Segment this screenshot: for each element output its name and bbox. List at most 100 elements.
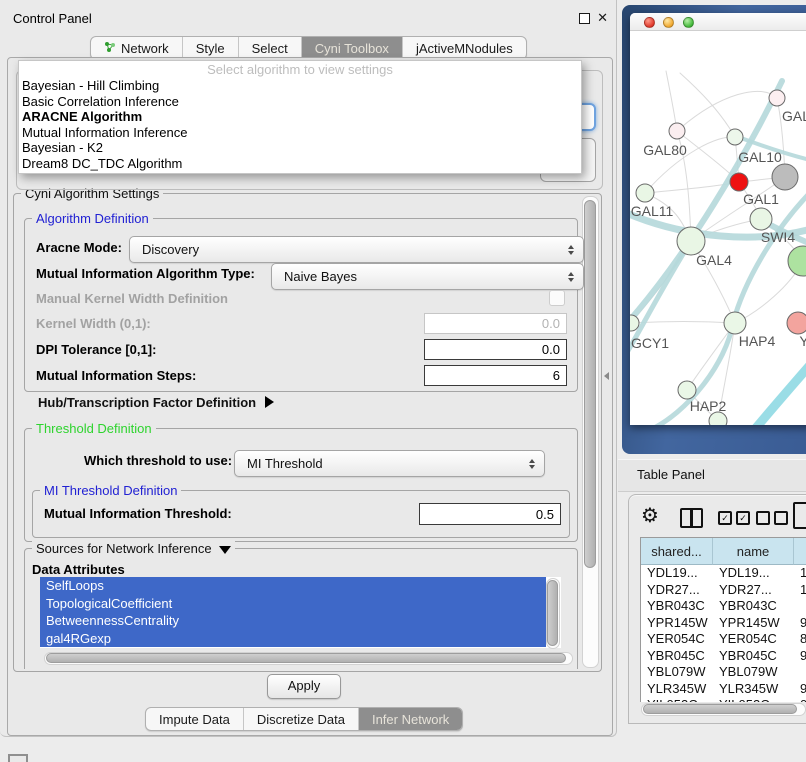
table-row[interactable]: YER054CYER054C8. [641,631,806,648]
network-node[interactable] [730,173,748,191]
network-node[interactable] [769,90,785,106]
network-node[interactable] [727,129,743,145]
attribute-item-betweennesscentrality[interactable]: BetweennessCentrality [40,612,546,630]
table-row[interactable]: YDL19...YDL19...13 [641,565,806,582]
network-node[interactable] [750,208,772,230]
aracne-mode-combobox[interactable]: Discovery [129,236,584,263]
mi-steps-field[interactable] [424,365,567,386]
close-icon[interactable]: ✕ [597,10,608,26]
table-cell: YIL052C [641,697,713,702]
table-cell: YDL19... [641,565,713,582]
algorithm-option-bayesian-hill-climbing[interactable]: Bayesian - Hill Climbing [19,78,581,94]
network-node[interactable] [788,246,806,276]
settings-scrollbar[interactable] [582,196,599,668]
tab-network[interactable]: Network [91,37,182,59]
hub-definition-expander[interactable]: Hub/Transcription Factor Definition [38,395,274,410]
table-row[interactable]: YLR345WYLR345W9. [641,681,806,698]
bottom-tab-impute-data[interactable]: Impute Data [146,708,243,730]
settings-gear-icon[interactable]: ⚙ [641,503,659,527]
data-attributes-label: Data Attributes [32,562,125,577]
deselect-all-icon[interactable] [756,511,788,525]
column-header-name[interactable]: name [713,538,794,565]
bottom-tab-infer-network[interactable]: Infer Network [358,708,462,730]
network-canvas[interactable]: GAL80GAL10GALGAL1GAL11SWI4GAL4GCY1HAP4YH… [630,31,806,425]
table-row[interactable]: YDR27...YDR27...12 [641,582,806,599]
panel-divider-handle[interactable] [604,372,609,380]
bottom-left-panel-button[interactable] [8,754,28,762]
algorithm-option-aracne-algorithm[interactable]: ARACNE Algorithm [19,109,581,125]
table-cell: YER054C [713,631,794,648]
attributes-hscrollbar[interactable] [44,652,573,665]
table-row[interactable]: YBR045CYBR045C9. [641,648,806,665]
table-row[interactable]: YBR043CYBR043C [641,598,806,615]
tab-select-label: Select [252,41,288,56]
column-layout-icon[interactable] [680,508,703,528]
column-header-shared[interactable]: shared... [641,538,713,565]
stepper-arrows-icon [529,459,535,469]
tab-jactivemnodules[interactable]: jActiveMNodules [402,37,526,59]
export-table-icon[interactable] [793,502,806,529]
column-header-a[interactable]: A... [794,538,806,565]
zoom-button[interactable] [683,17,694,28]
minimize-button[interactable] [663,17,674,28]
table-hscrollbar-thumb[interactable] [643,704,797,714]
algorithm-option-basic-correlation-inference[interactable]: Basic Correlation Inference [19,94,581,110]
dpi-tolerance-field[interactable] [424,339,567,360]
network-node[interactable] [677,227,705,255]
bottom-tab-infer-network-label: Infer Network [372,712,449,727]
attribute-item-gal4rgexp[interactable]: gal4RGexp [40,630,546,648]
bottom-tab-discretize-data[interactable]: Discretize Data [243,708,358,730]
float-window-icon[interactable] [579,13,590,24]
algorithm-option-bayesian-k2[interactable]: Bayesian - K2 [19,140,581,156]
table-hscrollbar[interactable] [641,703,806,716]
which-threshold-combobox[interactable]: MI Threshold [234,450,545,477]
tab-select[interactable]: Select [238,37,301,59]
table-cell: YPR145W [641,615,713,632]
threshold-definition-title: Threshold Definition [32,421,156,436]
collapse-down-icon[interactable] [219,546,231,554]
algorithm-option-dream8-dc-tdc-algorithm[interactable]: Dream8 DC_TDC Algorithm [19,156,581,172]
attribute-item-selfloops[interactable]: SelfLoops [40,577,546,595]
network-node-label: HAP4 [739,333,776,349]
attributes-hscrollbar-thumb[interactable] [46,653,566,663]
aracne-mode-label: Aracne Mode: [36,240,122,255]
network-node[interactable] [636,184,654,202]
algorithm-option-mutual-information-inference[interactable]: Mutual Information Inference [19,125,581,141]
table-header-row: shared...nameA... [641,538,806,565]
network-edge-highlighted [750,349,806,425]
table-cell: 9. [794,648,806,665]
attributes-list-scrollbar[interactable] [546,578,560,649]
network-node[interactable] [772,164,798,190]
table-cell: YBR045C [641,648,713,665]
mi-type-combobox[interactable]: Naive Bayes [271,263,584,290]
table-cell: YBL079W [641,664,713,681]
network-node[interactable] [787,312,806,334]
select-all-icon[interactable]: ✓✓ [718,511,750,525]
tab-cyni-toolbox[interactable]: Cyni Toolbox [301,37,402,59]
network-node[interactable] [669,123,685,139]
network-node[interactable] [724,312,746,334]
table-row[interactable]: YPR145WYPR145W9. [641,615,806,632]
attribute-item-topologicalcoefficient[interactable]: TopologicalCoefficient [40,595,546,613]
close-button[interactable] [644,17,655,28]
kernel-width-field[interactable] [424,313,567,334]
attributes-scrollbar-thumb[interactable] [547,580,558,646]
settings-scrollbar-thumb[interactable] [584,200,596,568]
apply-button[interactable]: Apply [267,674,341,699]
network-node-label: GAL1 [743,191,779,207]
which-threshold-label: Which threshold to use: [84,453,232,468]
mi-threshold-field[interactable] [419,503,561,525]
network-node-label: Y [799,333,806,349]
table-cell: YBL079W [713,664,794,681]
network-node-label: SWI4 [761,229,795,245]
network-edge [666,71,677,131]
manual-kernel-checkbox[interactable] [549,290,565,306]
table-row[interactable]: YBL079WYBL079W [641,664,806,681]
hub-definition-label: Hub/Transcription Factor Definition [38,395,256,410]
network-window-titlebar[interactable] [630,13,806,31]
table-row[interactable]: YIL052CYIL052C0. [641,697,806,702]
network-node[interactable] [678,381,696,399]
tab-style[interactable]: Style [182,37,238,59]
table-cell: YDR27... [641,582,713,599]
network-icon [104,41,116,56]
